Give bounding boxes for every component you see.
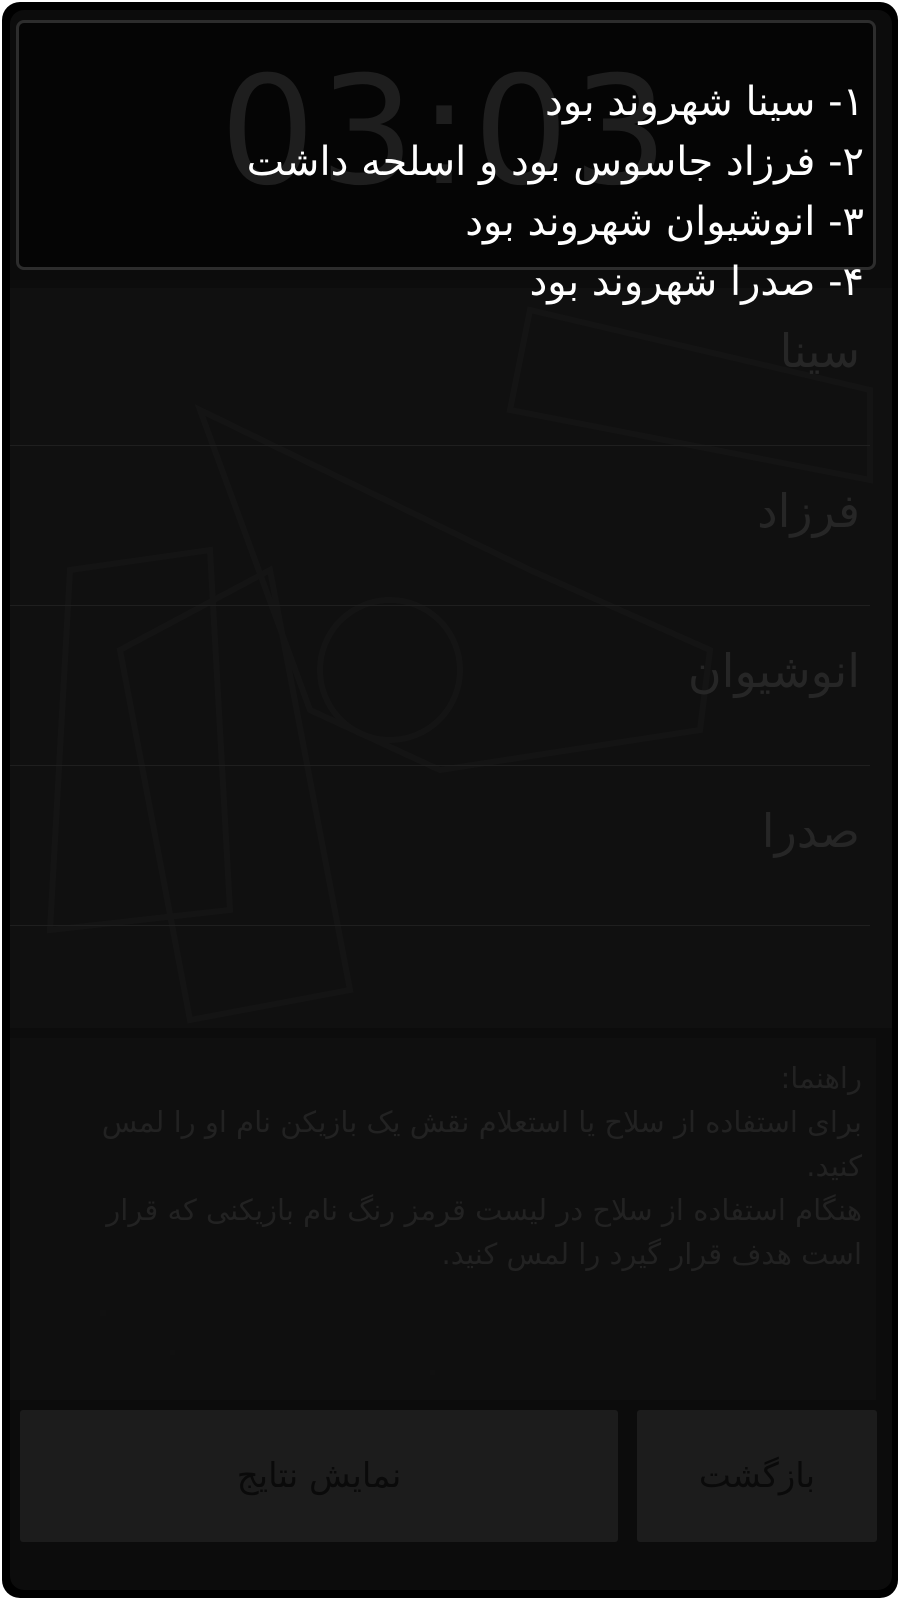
result-line: ۴- صدرا شهروند بود	[529, 259, 864, 305]
player-list: سینا فرزاد انوشیوان صدرا	[10, 288, 892, 1028]
help-text: راهنما: برای استفاده از سلاح یا استعلام …	[42, 1056, 862, 1276]
player-name: سینا	[779, 324, 860, 378]
help-title: راهنما:	[780, 1061, 862, 1095]
player-name: فرزاد	[757, 484, 860, 538]
game-screen: 03:03 سینا فرزاد انوشیوان صدرا راهنما: ب…	[10, 10, 892, 1590]
help-panel: راهنما: برای استفاده از سلاح یا استعلام …	[10, 1038, 876, 1400]
player-row[interactable]: صدرا	[10, 768, 870, 926]
help-line-1: برای استفاده از سلاح یا استعلام نقش یک ب…	[101, 1105, 862, 1183]
result-line: ۱- سینا شهروند بود	[545, 79, 864, 125]
player-row[interactable]: فرزاد	[10, 448, 870, 606]
player-row[interactable]: انوشیوان	[10, 608, 870, 766]
result-line: ۳- انوشیوان شهروند بود	[465, 199, 864, 245]
back-button[interactable]: بازگشت	[637, 1410, 877, 1542]
show-results-button[interactable]: نمایش نتایج	[20, 1410, 618, 1542]
back-label: بازگشت	[698, 1456, 816, 1496]
results-overlay: ۱- سینا شهروند بود ۲- فرزاد جاسوس بود و …	[44, 72, 864, 312]
help-line-2: هنگام استفاده از سلاح در لیست قرمز رنگ ن…	[106, 1193, 862, 1271]
player-name: انوشیوان	[687, 644, 860, 698]
player-name: صدرا	[761, 804, 860, 858]
show-results-label: نمایش نتایج	[236, 1456, 402, 1496]
result-line: ۲- فرزاد جاسوس بود و اسلحه داشت	[246, 139, 864, 185]
device-frame: 03:03 سینا فرزاد انوشیوان صدرا راهنما: ب…	[2, 2, 898, 1598]
